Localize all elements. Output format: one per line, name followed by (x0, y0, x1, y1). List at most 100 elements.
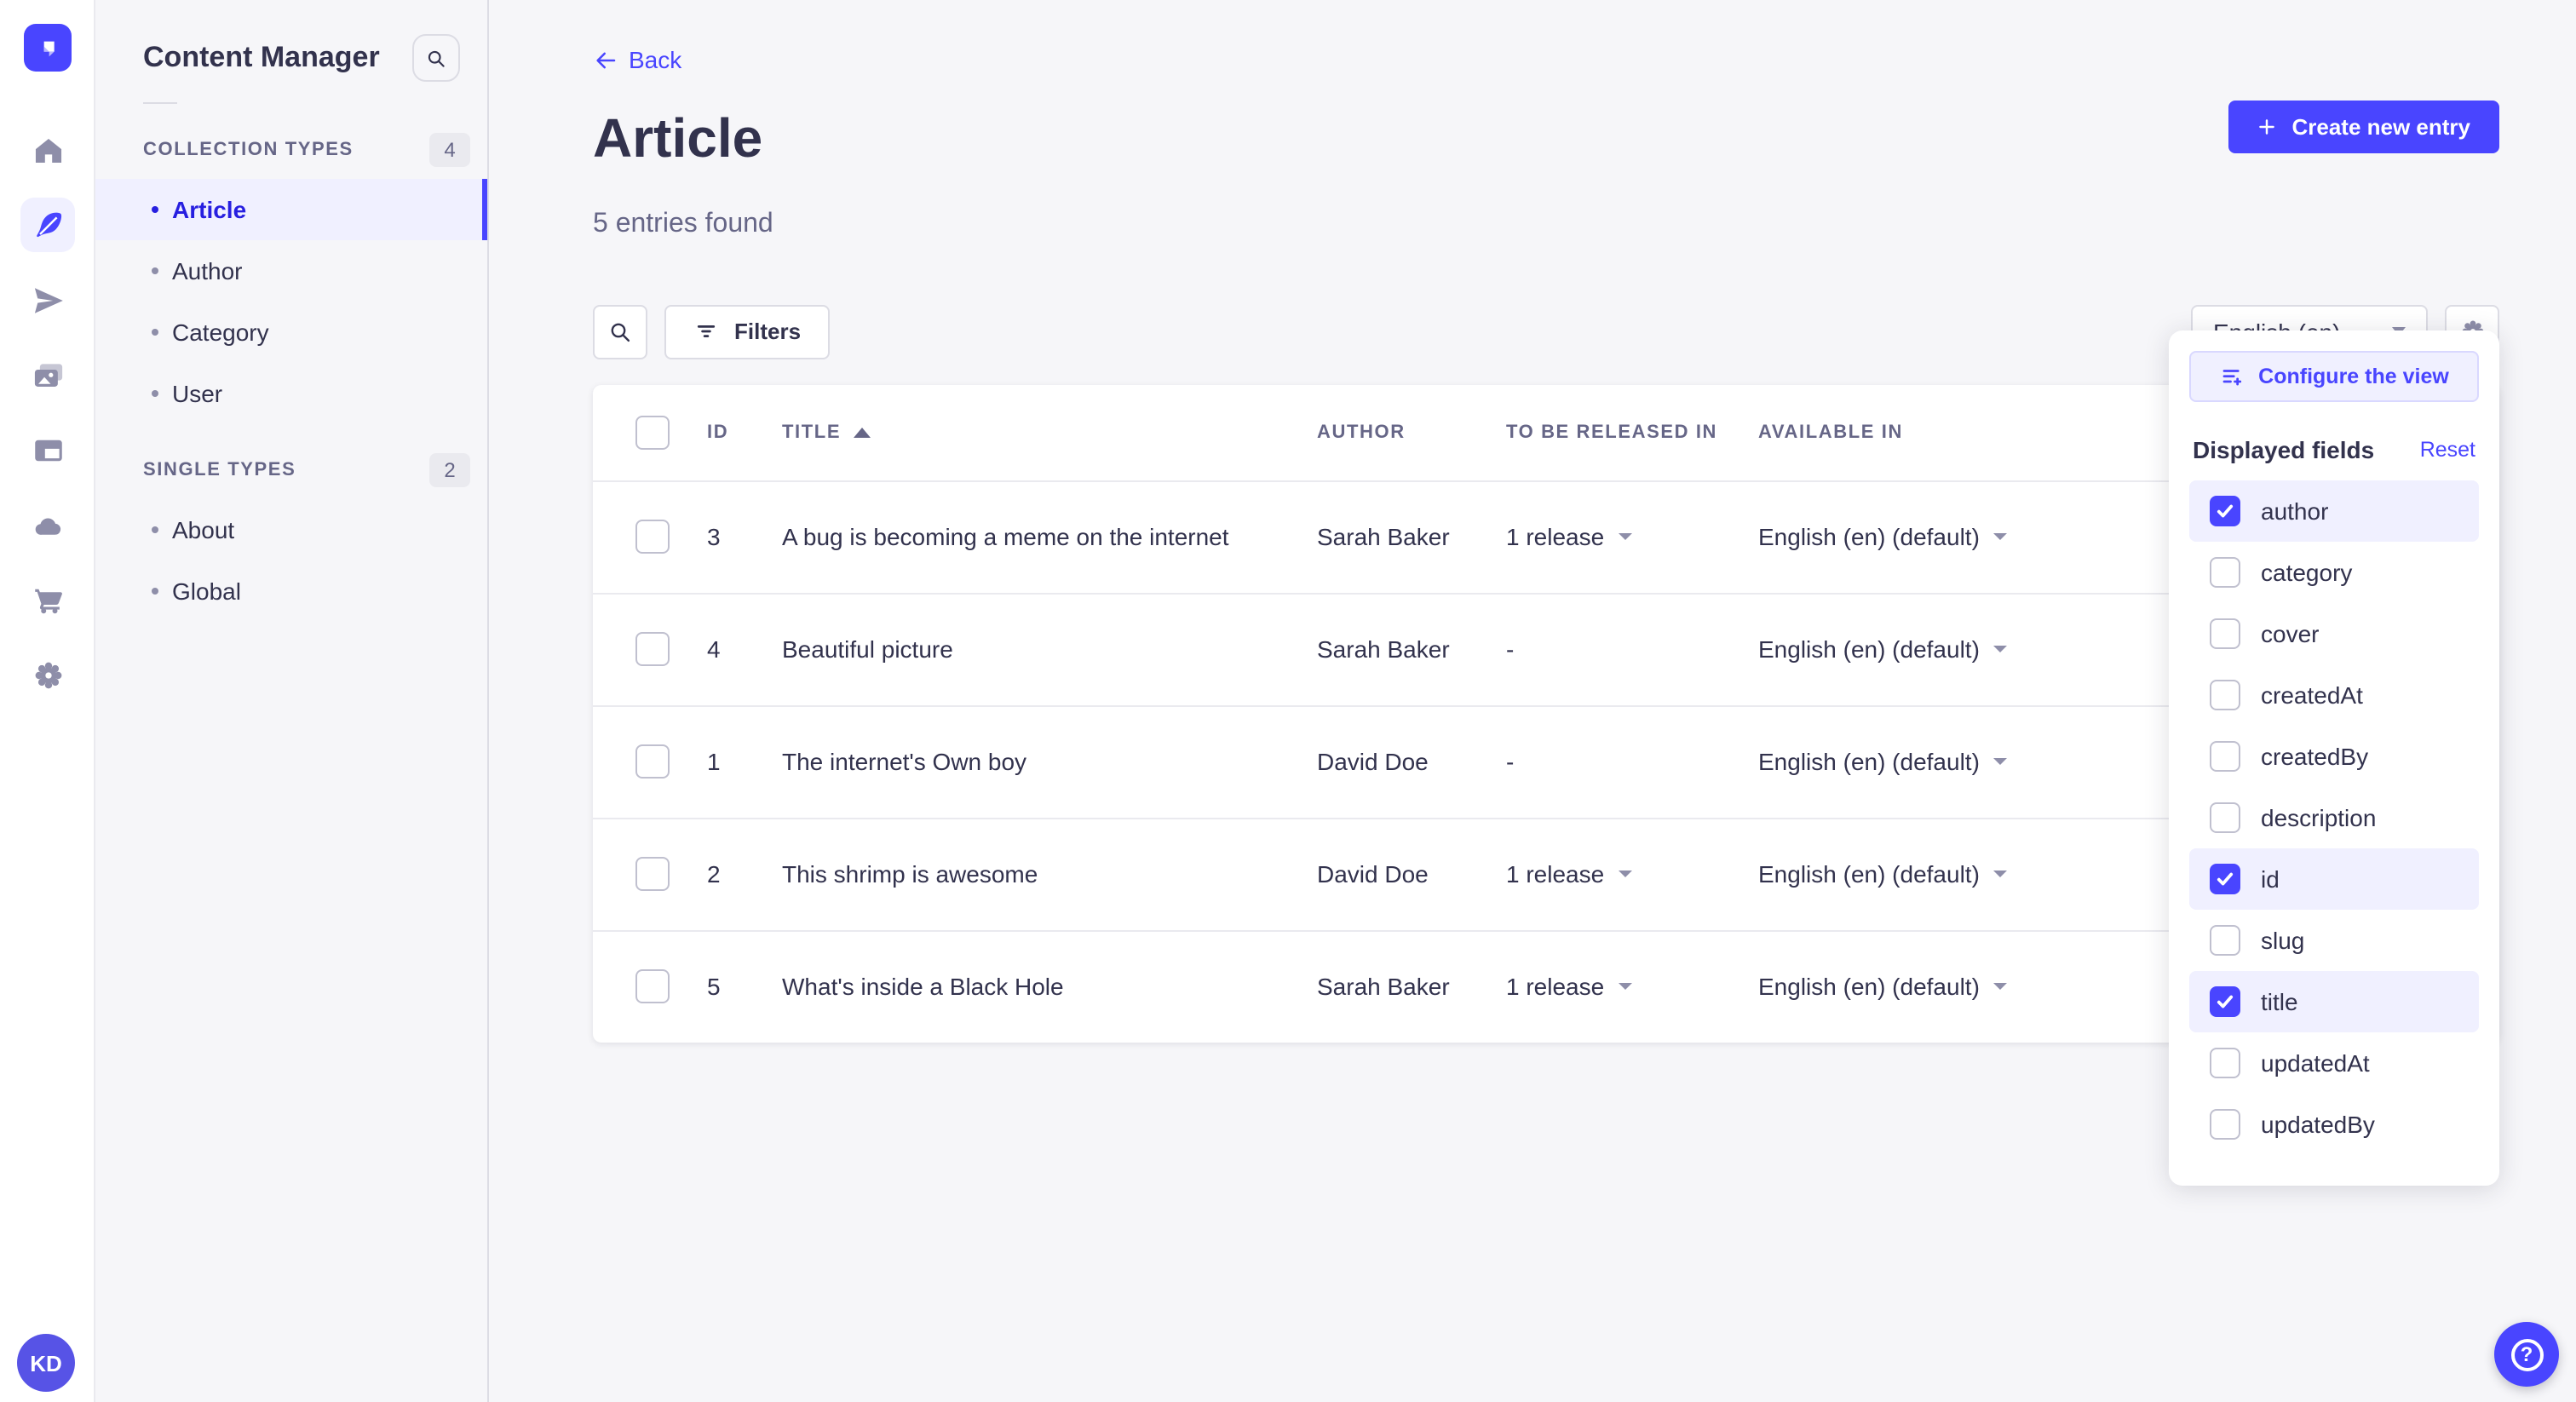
cell-author: Sarah Baker (1317, 973, 1450, 1001)
cell-title: Beautiful picture (782, 635, 953, 664)
rail-item-marketplace[interactable] (20, 572, 75, 627)
sidebar-item-global[interactable]: Global (95, 560, 487, 622)
row-checkbox[interactable] (635, 520, 670, 554)
displayed-field-option-updatedAt[interactable]: updatedAt (2189, 1032, 2479, 1094)
section-count-badge: 4 (429, 133, 470, 167)
reset-link[interactable]: Reset (2420, 438, 2475, 462)
bullet-icon (152, 526, 158, 533)
cell-author: Sarah Baker (1317, 523, 1450, 551)
row-checkbox[interactable] (635, 969, 670, 1004)
field-checkbox[interactable] (2210, 986, 2240, 1017)
cell-title: The internet's Own boy (782, 748, 1027, 776)
field-checkbox[interactable] (2210, 1048, 2240, 1078)
field-checkbox[interactable] (2210, 864, 2240, 894)
displayed-field-option-cover[interactable]: cover (2189, 603, 2479, 664)
sidebar-item-category[interactable]: Category (95, 302, 487, 363)
search-icon (428, 49, 445, 66)
configure-view-label: Configure the view (2258, 365, 2449, 388)
rail-item-content-manager[interactable] (20, 198, 75, 252)
plus-icon (2259, 119, 2275, 135)
displayed-field-option-updatedBy[interactable]: updatedBy (2189, 1094, 2479, 1155)
create-new-entry-label: Create new entry (2291, 114, 2470, 140)
displayed-field-option-id[interactable]: id (2189, 848, 2479, 910)
rail-item-home[interactable] (20, 123, 75, 177)
rail-item-releases[interactable] (20, 273, 75, 327)
content-manager-feather-icon (36, 211, 61, 237)
displayed-field-option-description[interactable]: description (2189, 787, 2479, 848)
sidebar-item-user[interactable]: User (95, 363, 487, 424)
help-button[interactable]: ? (2494, 1322, 2559, 1387)
bullet-icon (152, 329, 158, 336)
field-checkbox[interactable] (2210, 496, 2240, 526)
field-checkbox[interactable] (2210, 802, 2240, 833)
filters-label: Filters (734, 319, 802, 345)
chevron-down-icon (1992, 758, 2007, 766)
rail-item-media-library[interactable] (20, 348, 75, 402)
bullet-icon (152, 390, 158, 397)
bullet-icon (152, 206, 158, 213)
chevron-down-icon (1992, 533, 2007, 541)
rail-item-cloud[interactable] (20, 497, 75, 552)
field-checkbox[interactable] (2210, 741, 2240, 772)
chevron-down-icon (1618, 871, 1632, 878)
configure-view-button[interactable]: Configure the view (2189, 351, 2479, 402)
displayed-field-option-title[interactable]: title (2189, 971, 2479, 1032)
filters-button[interactable]: Filters (664, 304, 831, 359)
sidebar-item-author[interactable]: Author (95, 240, 487, 302)
chevron-down-icon (1992, 983, 2007, 991)
home-icon (34, 138, 61, 162)
row-checkbox[interactable] (635, 744, 670, 779)
field-checkbox[interactable] (2210, 1109, 2240, 1140)
search-button[interactable] (593, 304, 647, 359)
sidebar-item-article[interactable]: Article (95, 179, 487, 240)
cell-title: What's inside a Black Hole (782, 973, 1064, 1001)
content-manager-sidebar: Content Manager COLLECTION TYPES 4 Artic… (95, 0, 489, 1402)
cell-author: David Doe (1317, 748, 1429, 776)
cell-id: 1 (707, 748, 721, 776)
paper-plane-icon (33, 287, 62, 313)
row-checkbox[interactable] (635, 857, 670, 892)
section-label: SINGLE TYPES (143, 460, 296, 480)
field-checkbox[interactable] (2210, 925, 2240, 956)
cell-release[interactable]: 1 release (1506, 861, 1758, 888)
sidebar-search-button[interactable] (412, 34, 460, 82)
user-avatar[interactable]: KD (17, 1334, 75, 1392)
back-link[interactable]: Back (593, 46, 681, 73)
rail-item-settings[interactable] (20, 647, 75, 702)
question-mark-icon: ? (2510, 1338, 2543, 1370)
rail-item-content-type-builder[interactable] (20, 422, 75, 477)
back-label: Back (629, 46, 682, 73)
cloud-icon (34, 517, 60, 534)
field-checkbox[interactable] (2210, 557, 2240, 588)
create-new-entry-button[interactable]: Create new entry (2228, 101, 2499, 153)
cell-id: 3 (707, 523, 721, 551)
displayed-field-option-createdAt[interactable]: createdAt (2189, 664, 2479, 726)
column-header-release: TO BE RELEASED IN (1506, 422, 1718, 443)
select-all-checkbox[interactable] (635, 415, 670, 450)
section-count-badge: 2 (429, 453, 470, 487)
strapi-logo (24, 24, 72, 72)
cell-release[interactable]: - (1506, 749, 1758, 776)
row-checkbox[interactable] (635, 632, 670, 667)
cart-icon (34, 588, 61, 613)
sidebar-item-about[interactable]: About (95, 499, 487, 560)
column-header-author: AUTHOR (1317, 422, 1406, 443)
chevron-down-icon (1992, 871, 2007, 878)
configure-list-icon (2222, 369, 2241, 385)
active-indicator (482, 179, 487, 240)
cell-release[interactable]: 1 release (1506, 524, 1758, 551)
bullet-icon (152, 267, 158, 274)
cell-release[interactable]: 1 release (1506, 974, 1758, 1001)
cell-release[interactable]: - (1506, 636, 1758, 664)
displayed-field-option-category[interactable]: category (2189, 542, 2479, 603)
displayed-field-option-slug[interactable]: slug (2189, 910, 2479, 971)
chevron-down-icon (1618, 533, 1632, 541)
displayed-field-option-createdBy[interactable]: createdBy (2189, 726, 2479, 787)
sidebar-section: COLLECTION TYPES 4 Article Author Catego… (95, 128, 487, 424)
divider (143, 102, 177, 104)
column-header-title[interactable]: TITLE (782, 422, 1317, 443)
field-checkbox[interactable] (2210, 680, 2240, 710)
displayed-field-option-author[interactable]: author (2189, 480, 2479, 542)
sidebar-title: Content Manager (143, 41, 380, 73)
field-checkbox[interactable] (2210, 618, 2240, 649)
